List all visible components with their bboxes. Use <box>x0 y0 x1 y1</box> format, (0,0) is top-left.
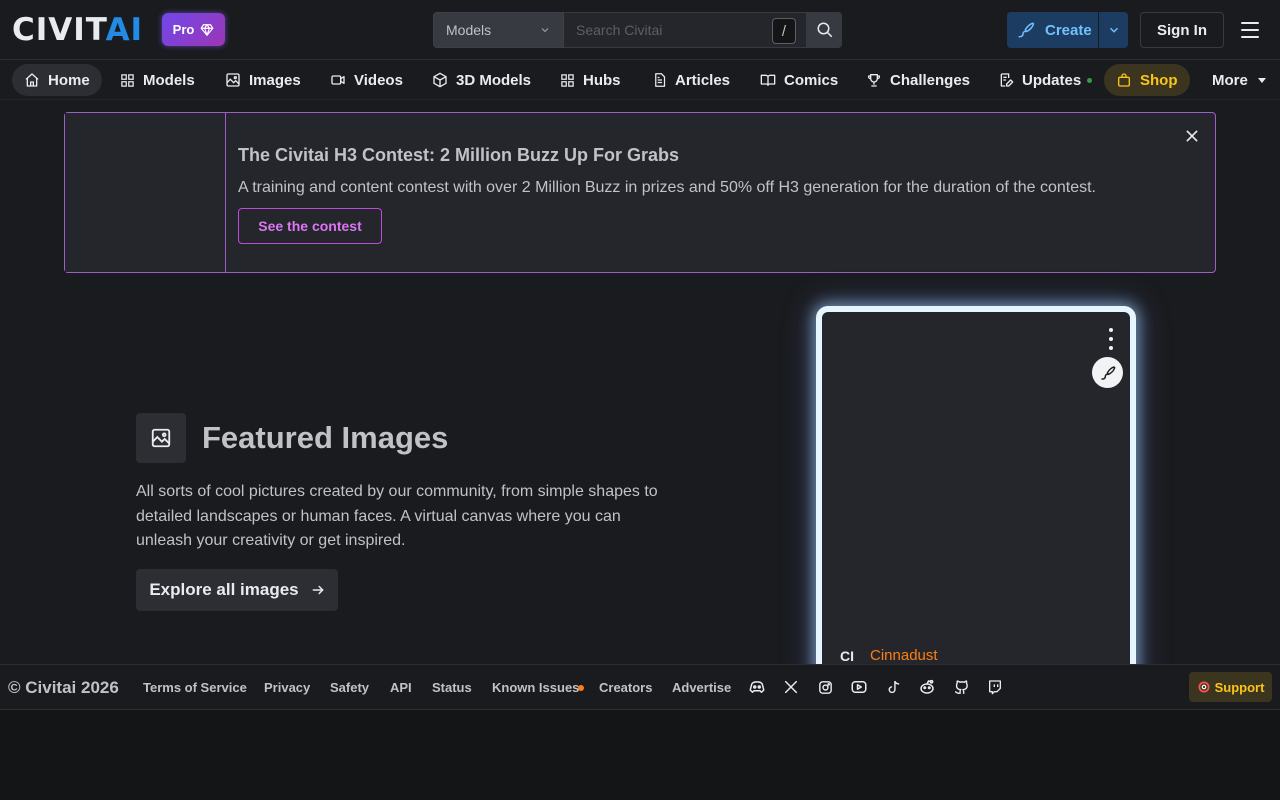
updates-indicator-dot <box>1087 77 1093 83</box>
explore-label: Explore all images <box>149 580 299 599</box>
card-menu-button[interactable] <box>1101 326 1121 352</box>
footer: © Civitai 2026 Terms of Service Privacy … <box>0 664 1280 710</box>
contest-banner: The Civitai H3 Contest: 2 Million Buzz U… <box>64 112 1216 273</box>
search-bar: Models Search Civitai / <box>433 12 842 48</box>
see-contest-button[interactable]: See the contest <box>238 208 382 244</box>
support-button[interactable]: Support <box>1189 672 1272 702</box>
featured-images-title: Featured Images <box>202 420 449 455</box>
banner-description: A training and content contest with over… <box>238 179 1096 196</box>
nav-item-updates[interactable]: Updates <box>986 64 1104 96</box>
file-icon <box>655 73 666 87</box>
create-label: Create <box>1045 21 1092 39</box>
tiktok-icon[interactable] <box>883 677 903 697</box>
header: CIVITAI Pro Models Search Civitai / Crea… <box>0 0 1280 60</box>
book-icon <box>760 74 776 86</box>
banner-title: The Civitai H3 Contest: 2 Million Buzz U… <box>238 145 680 165</box>
menu-icon[interactable] <box>1238 18 1262 42</box>
nav-item-models[interactable]: Models <box>108 64 207 96</box>
trophy-icon <box>867 74 881 87</box>
grid-icon <box>561 73 574 87</box>
civitai-logo[interactable]: CIVITAI <box>12 15 143 46</box>
card-author[interactable]: CI Cinnadust <box>840 647 938 664</box>
pro-label: Pro <box>172 22 195 37</box>
main-nav: Home Models Images Videos 3D Models Hubs… <box>0 60 1280 100</box>
discord-icon[interactable] <box>747 677 767 697</box>
card-username[interactable]: Cinnadust <box>870 647 938 664</box>
footer-link-known-issues[interactable]: Known Issues <box>492 680 579 695</box>
featured-image-card[interactable]: CI Cinnadust <box>816 306 1136 706</box>
photo-icon <box>151 428 171 448</box>
nav-item-shop[interactable]: Shop <box>1104 64 1190 96</box>
footer-link-api[interactable]: API <box>390 680 412 695</box>
nav-item-home[interactable]: Home <box>12 64 102 96</box>
edit-icon <box>1000 73 1014 87</box>
nav-item-3d-models[interactable]: 3D Models <box>420 64 543 96</box>
footer-link-terms[interactable]: Terms of Service <box>143 680 247 695</box>
featured-images-description: All sorts of cool pictures created by ou… <box>136 483 658 549</box>
footer-link-safety[interactable]: Safety <box>330 680 369 695</box>
brush-icon <box>1018 22 1035 38</box>
search-input[interactable]: Search Civitai / <box>564 12 807 48</box>
footer-link-creators[interactable]: Creators <box>599 680 652 695</box>
video-icon <box>331 75 345 85</box>
nav-item-articles[interactable]: Articles <box>640 64 742 96</box>
create-menu-toggle[interactable] <box>1099 23 1128 37</box>
instagram-icon[interactable] <box>815 677 835 697</box>
twitch-icon[interactable] <box>985 677 1005 697</box>
known-issues-indicator-dot <box>578 685 584 691</box>
x-icon[interactable] <box>781 677 801 697</box>
chevron-down-icon <box>1109 27 1118 33</box>
caret-down-icon <box>1257 78 1266 83</box>
footer-copyright: © Civitai 2026 <box>8 678 119 697</box>
footer-link-privacy[interactable]: Privacy <box>264 680 310 695</box>
diamond-icon <box>200 23 214 36</box>
create-button[interactable]: Create <box>1007 12 1128 48</box>
search-button[interactable] <box>807 12 842 48</box>
search-category-value: Models <box>446 22 492 38</box>
search-category-select[interactable]: Models <box>433 12 564 48</box>
card-remix-button[interactable] <box>1092 357 1123 388</box>
banner-image <box>65 113 226 272</box>
github-icon[interactable] <box>951 677 971 697</box>
reddit-icon[interactable] <box>917 677 937 697</box>
home-icon <box>25 73 39 87</box>
grid-icon <box>121 73 134 87</box>
nav-item-more[interactable]: More <box>1200 64 1280 96</box>
search-shortcut-key: / <box>772 18 796 44</box>
featured-images-icon-box <box>136 413 186 463</box>
nav-item-comics[interactable]: Comics <box>748 64 850 96</box>
nav-item-hubs[interactable]: Hubs <box>548 64 633 96</box>
footer-link-status[interactable]: Status <box>432 680 472 695</box>
cube-icon <box>433 72 447 88</box>
brush-icon <box>1100 365 1115 380</box>
avatar: CI <box>840 647 854 664</box>
close-banner-button[interactable] <box>1182 126 1202 146</box>
pro-button[interactable]: Pro <box>162 13 225 46</box>
photo-icon <box>226 73 240 87</box>
lifebuoy-icon <box>1198 681 1210 693</box>
nav-item-challenges[interactable]: Challenges <box>854 64 982 96</box>
youtube-icon[interactable] <box>849 677 869 697</box>
shopping-bag-icon <box>1118 73 1130 87</box>
search-icon <box>817 22 832 38</box>
sign-in-button[interactable]: Sign In <box>1140 12 1224 48</box>
explore-all-images-button[interactable]: Explore all images <box>136 569 338 611</box>
search-placeholder: Search Civitai <box>576 22 663 38</box>
close-icon <box>1186 130 1198 142</box>
footer-link-advertise[interactable]: Advertise <box>672 680 731 695</box>
arrow-right-icon <box>312 585 324 595</box>
nav-item-videos[interactable]: Videos <box>318 64 415 96</box>
support-label: Support <box>1214 679 1265 695</box>
chevron-down-icon <box>541 28 549 33</box>
page-bottom-area <box>0 710 1280 800</box>
nav-item-images[interactable]: Images <box>213 64 313 96</box>
